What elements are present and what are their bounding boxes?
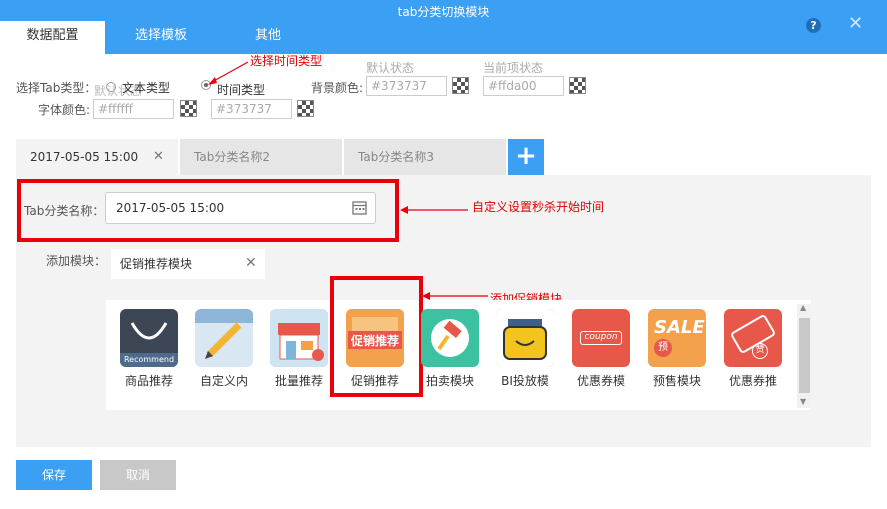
sale-icon: SALE 预: [648, 309, 706, 367]
clear-module-icon[interactable]: ✕: [245, 255, 257, 271]
module-item[interactable]: Recommend 商品推荐: [120, 309, 178, 389]
coupon-icon: coupon: [572, 309, 630, 367]
promo-icon: 促销推荐: [346, 309, 404, 367]
color-picker-icon[interactable]: [180, 100, 197, 117]
module-label: 自定义内: [199, 374, 248, 388]
text-type-label[interactable]: 文本类型: [122, 79, 170, 96]
annotation-arrow: [400, 206, 468, 214]
module-item[interactable]: 拍卖模块: [421, 309, 479, 389]
help-icon[interactable]: ?: [806, 18, 821, 33]
add-tab-button[interactable]: +: [508, 139, 544, 175]
module-item[interactable]: coupon 优惠券模: [572, 309, 630, 389]
scrollbar-thumb[interactable]: [799, 318, 810, 393]
module-label: 预售模块: [652, 374, 701, 388]
module-label: 商品推荐: [124, 374, 173, 388]
tab-data-config[interactable]: 数据配置: [0, 21, 105, 54]
color-picker-icon[interactable]: [569, 77, 586, 94]
category-tab-label: 2017-05-05 15:00: [30, 150, 139, 164]
ticket-icon: 赞: [724, 309, 782, 367]
module-item[interactable]: 批量推荐: [270, 309, 328, 389]
annotation-select-time-type: 选择时间类型: [250, 54, 323, 68]
category-tab-3[interactable]: Tab分类名称3: [344, 139, 506, 175]
date-value: 2017-05-05 15:00: [116, 201, 225, 215]
tab-type-label: 选择Tab类型：: [16, 81, 97, 95]
module-label: BI投放模: [501, 374, 549, 388]
bg-current-color-input[interactable]: #ffda00: [483, 76, 564, 96]
promo-badge: 促销推荐: [350, 334, 399, 348]
font-current-color-input[interactable]: #373737: [211, 99, 292, 119]
close-tab-icon[interactable]: ✕: [153, 149, 164, 164]
module-item[interactable]: BI投放模: [496, 309, 554, 389]
default-state-label: 默认状态: [366, 61, 415, 75]
bg-color-label: 背景颜色:: [311, 81, 364, 95]
tab-name-date-input[interactable]: 2017-05-05 15:00: [105, 192, 376, 224]
module-select-field[interactable]: 促销推荐模块: [111, 249, 265, 279]
bg-default-color-input[interactable]: #373737: [366, 76, 447, 96]
sale-badge: SALE: [654, 317, 705, 338]
calendar-icon[interactable]: [352, 200, 368, 215]
current-state-label: 当前项状态: [483, 61, 544, 75]
module-item[interactable]: 赞 优惠券推: [724, 309, 782, 389]
gavel-icon: [421, 309, 479, 367]
tab-name-label: Tab分类名称：: [24, 204, 105, 218]
add-module-label: 添加模块：: [46, 254, 107, 268]
scroll-down-icon[interactable]: ▼: [800, 397, 806, 406]
like-badge: 赞: [752, 343, 768, 359]
window-title: tab分类切换模块: [397, 5, 490, 19]
scroll-up-icon[interactable]: ▲: [800, 303, 806, 312]
bag-icon: [496, 309, 554, 367]
presale-badge: 预: [654, 339, 672, 357]
annotation-custom-start-time: 自定义设置秒杀开始时间: [472, 200, 605, 214]
module-label: 拍卖模块: [425, 374, 474, 388]
module-item[interactable]: 促销推荐 促销推荐: [346, 309, 404, 389]
module-label: 优惠券模: [576, 374, 625, 388]
category-tab-2[interactable]: Tab分类名称2: [180, 139, 342, 175]
module-label: 促销推荐: [350, 374, 399, 388]
shop-icon: [270, 309, 328, 367]
color-picker-icon[interactable]: [297, 100, 314, 117]
coupon-badge: coupon: [580, 331, 622, 345]
module-label: 优惠券推: [728, 374, 777, 388]
module-item[interactable]: 自定义内: [195, 309, 253, 389]
font-default-color-input[interactable]: #ffffff: [93, 99, 174, 119]
module-item[interactable]: SALE 预 预售模块: [648, 309, 706, 389]
recommend-icon: Recommend: [120, 309, 178, 367]
close-icon[interactable]: ✕: [848, 13, 863, 34]
module-label: 批量推荐: [274, 374, 323, 388]
font-color-label: 字体颜色:: [38, 103, 91, 117]
tab-select-template[interactable]: 选择模板: [120, 21, 202, 54]
recommend-badge: Recommend: [120, 353, 178, 367]
save-button[interactable]: 保存: [16, 460, 92, 490]
color-picker-icon[interactable]: [452, 77, 469, 94]
tab-other[interactable]: 其他: [240, 21, 296, 54]
pencil-icon: [195, 309, 253, 367]
cancel-button[interactable]: 取消: [100, 460, 176, 490]
